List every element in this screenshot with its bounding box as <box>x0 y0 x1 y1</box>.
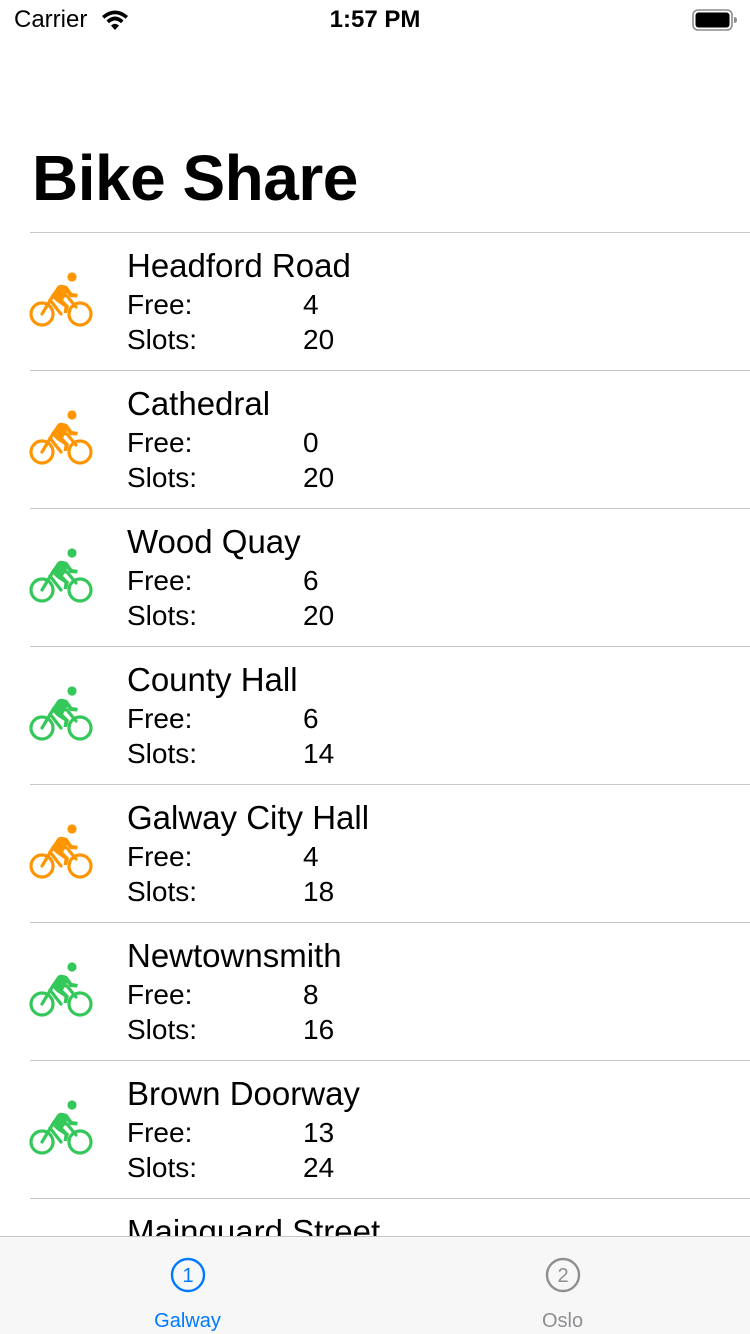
free-label: Free: <box>127 979 193 1010</box>
tab-label: Galway <box>154 1310 221 1332</box>
bicycle-icon <box>29 686 93 741</box>
free-value: 0 <box>303 427 319 458</box>
slots-label: Slots: <box>127 1014 198 1045</box>
slots-value: 20 <box>303 324 335 355</box>
tab-oslo[interactable]: 2 Oslo <box>375 1237 750 1334</box>
slots-value: 16 <box>303 1014 335 1045</box>
circled-number-icon: 1 <box>170 1257 206 1293</box>
slots-value: 18 <box>303 876 335 907</box>
bicycle-icon <box>29 548 93 603</box>
slots-value: 14 <box>303 738 335 769</box>
page-title: Bike Share <box>32 142 358 214</box>
status-time: 1:57 PM <box>329 6 421 33</box>
station-name: Headford Road <box>127 247 351 284</box>
slots-value: 20 <box>303 600 335 631</box>
status-bar: Carrier 1:57 PM <box>0 0 750 40</box>
free-label: Free: <box>127 565 193 596</box>
slots-label: Slots: <box>127 738 198 769</box>
station-row[interactable]: Headford Road Free: 4 Slots: 20 <box>0 232 750 370</box>
tab-number: 1 <box>182 1265 193 1287</box>
free-value: 6 <box>303 565 319 596</box>
free-value: 13 <box>303 1117 335 1148</box>
slots-label: Slots: <box>127 324 198 355</box>
free-label: Free: <box>127 1117 193 1148</box>
slots-label: Slots: <box>127 600 198 631</box>
station-name: Newtownsmith <box>127 937 342 974</box>
station-name: Brown Doorway <box>127 1075 360 1112</box>
station-name: Mainguard Street <box>127 1213 381 1236</box>
slots-value: 24 <box>303 1152 335 1183</box>
station-name: Galway City Hall <box>127 799 370 836</box>
station-row[interactable]: Newtownsmith Free: 8 Slots: 16 <box>0 922 750 1060</box>
tab-galway[interactable]: 1 Galway <box>0 1237 375 1334</box>
free-label: Free: <box>127 841 193 872</box>
station-row[interactable]: Galway City Hall Free: 4 Slots: 18 <box>0 784 750 922</box>
bicycle-icon <box>29 272 93 327</box>
station-list[interactable]: Headford Road Free: 4 Slots: 20 Cathedra… <box>0 232 750 1236</box>
bicycle-icon <box>29 962 93 1017</box>
station-name: Wood Quay <box>127 523 301 560</box>
tab-bar: 1 Galway 2 Oslo <box>0 1236 750 1334</box>
free-label: Free: <box>127 427 193 458</box>
bicycle-icon <box>29 1100 93 1155</box>
free-label: Free: <box>127 289 193 320</box>
free-label: Free: <box>127 703 193 734</box>
free-value: 4 <box>303 841 319 872</box>
station-row[interactable]: Wood Quay Free: 6 Slots: 20 <box>0 508 750 646</box>
free-value: 6 <box>303 703 319 734</box>
battery-icon <box>692 9 737 31</box>
slots-label: Slots: <box>127 1152 198 1183</box>
station-row[interactable]: Mainguard Street Free: Slots: <box>0 1198 750 1236</box>
free-value: 4 <box>303 289 319 320</box>
station-name: Cathedral <box>127 385 271 422</box>
slots-label: Slots: <box>127 876 198 907</box>
station-name: County Hall <box>127 661 298 698</box>
bicycle-icon <box>29 824 93 879</box>
bicycle-icon <box>29 410 93 465</box>
station-row[interactable]: Brown Doorway Free: 13 Slots: 24 <box>0 1060 750 1198</box>
tab-label: Oslo <box>541 1310 584 1332</box>
tab-number: 2 <box>557 1265 568 1287</box>
circled-number-icon: 2 <box>545 1257 581 1293</box>
station-row[interactable]: Cathedral Free: 0 Slots: 20 <box>0 370 750 508</box>
free-value: 8 <box>303 979 319 1010</box>
station-row[interactable]: County Hall Free: 6 Slots: 14 <box>0 646 750 784</box>
slots-value: 20 <box>303 462 335 493</box>
slots-label: Slots: <box>127 462 198 493</box>
